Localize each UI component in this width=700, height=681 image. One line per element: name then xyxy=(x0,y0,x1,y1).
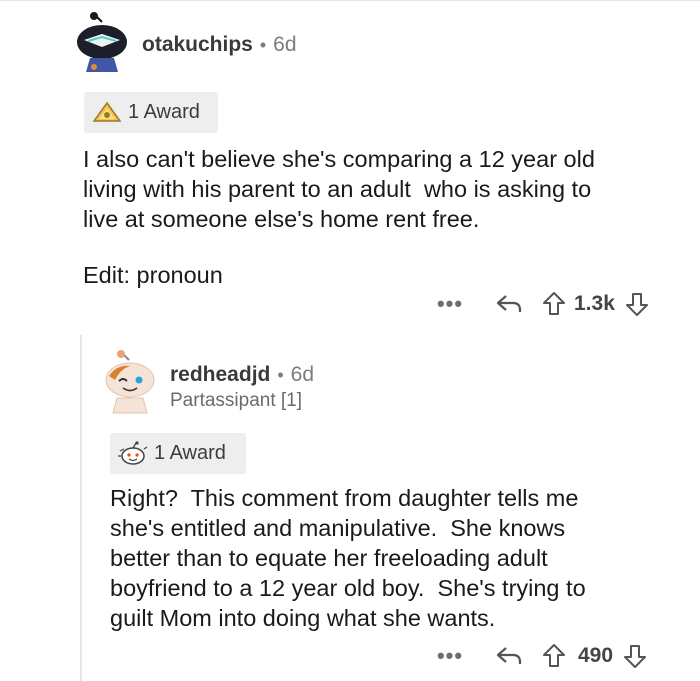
comment-age: 6d xyxy=(273,33,297,56)
user-avatar[interactable] xyxy=(74,12,132,72)
meta-separator: • xyxy=(259,35,267,55)
comment-body: I also can't believe she's comparing a 1… xyxy=(83,144,683,290)
comment-meta: redheadjd • 6d xyxy=(170,363,314,387)
award-wholesome-icon xyxy=(118,440,148,465)
snoo-avatar-icon xyxy=(105,350,155,414)
downvote-button[interactable] xyxy=(621,291,653,317)
award-label: 1 Award xyxy=(128,101,200,123)
body-line: I also can't believe she's comparing a 1… xyxy=(83,146,595,172)
comment-otakuchips: otakuchips • 6d 1 Award I also can't bel… xyxy=(0,0,700,335)
downvote-button[interactable] xyxy=(619,643,651,669)
vote-score: 1.3k xyxy=(574,292,615,315)
user-avatar[interactable] xyxy=(101,350,159,414)
meta-separator: • xyxy=(277,365,284,385)
username-link[interactable]: redheadjd xyxy=(170,363,270,387)
award-label: 1 Award xyxy=(154,442,226,464)
award-chip[interactable]: 1 Award xyxy=(110,433,246,474)
comment-body: Right? This comment from daughter tells … xyxy=(110,483,690,633)
upvote-icon xyxy=(543,644,565,667)
body-line: living with his parent to an adult who i… xyxy=(83,176,592,202)
body-line: Edit: pronoun xyxy=(83,262,223,288)
award-chip[interactable]: 1 Award xyxy=(84,92,218,133)
username-link[interactable]: otakuchips xyxy=(142,33,253,57)
reply-button[interactable] xyxy=(486,292,532,316)
snoo-avatar-icon xyxy=(77,12,127,72)
upvote-button[interactable] xyxy=(538,291,570,317)
body-line: boyfriend to a 12 year old boy. She's tr… xyxy=(110,575,586,601)
comment-actions: ••• 490 xyxy=(430,640,651,672)
downvote-icon xyxy=(624,645,647,668)
user-flair: Partassipant [1] xyxy=(170,390,303,411)
comment-meta: otakuchips • 6d xyxy=(142,33,297,57)
body-line: live at someone else's home rent free. xyxy=(83,206,480,232)
comment-age: 6d xyxy=(290,363,315,386)
body-line: she's entitled and manipulative. She kno… xyxy=(110,515,566,541)
comment-redheadjd: redheadjd • 6d Partassipant [1] 1 Award … xyxy=(0,335,700,681)
reply-icon xyxy=(496,295,522,312)
body-line: Right? This comment from daughter tells … xyxy=(110,485,579,511)
more-options-button[interactable]: ••• xyxy=(430,291,470,317)
more-options-button[interactable]: ••• xyxy=(430,643,470,669)
body-line: better than to equate her freeloading ad… xyxy=(110,545,548,571)
upvote-icon xyxy=(543,292,565,315)
reply-button[interactable] xyxy=(486,644,532,668)
body-line: guilt Mom into doing what she wants. xyxy=(110,605,496,631)
vote-score: 490 xyxy=(578,644,614,667)
comment-actions: ••• 1.3k xyxy=(430,288,653,320)
upvote-button[interactable] xyxy=(538,643,570,669)
reply-icon xyxy=(496,647,522,664)
downvote-icon xyxy=(625,293,648,316)
body-line xyxy=(83,234,683,260)
award-silver-icon xyxy=(92,101,122,122)
